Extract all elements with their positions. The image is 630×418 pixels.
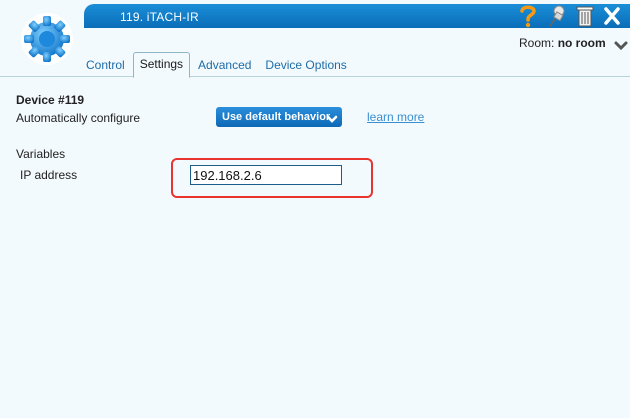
gear-icon	[20, 12, 74, 66]
ip-address-input[interactable]	[190, 165, 342, 185]
tab-device-options[interactable]: Device Options	[259, 55, 352, 77]
window-title: 119. iTACH-IR	[120, 10, 199, 24]
tab-advanced[interactable]: Advanced	[192, 55, 257, 77]
room-label: Room:	[519, 36, 555, 50]
question-mark-icon[interactable]	[516, 3, 540, 29]
auto-configure-label: Automatically configure	[16, 111, 141, 125]
close-icon[interactable]	[600, 3, 624, 29]
room-indicator: Room: no room	[519, 36, 606, 50]
tab-control[interactable]: Control	[80, 55, 131, 77]
chevron-down-icon	[326, 112, 338, 123]
device-title: Device #119	[16, 93, 85, 107]
ip-address-label: IP address	[20, 168, 78, 182]
learn-more-link[interactable]: learn more	[367, 110, 424, 124]
tab-bar: Control Settings Advanced Device Options	[80, 51, 355, 78]
auto-configure-dropdown[interactable]: Use default behavior	[216, 107, 342, 127]
trash-icon[interactable]	[573, 3, 597, 29]
pushpin-icon[interactable]	[545, 3, 569, 29]
chevron-down-icon[interactable]	[614, 38, 628, 56]
tab-settings[interactable]: Settings	[132, 52, 191, 78]
room-value: no room	[557, 36, 606, 50]
variables-label: Variables	[16, 147, 66, 161]
auto-configure-value: Use default behavior	[222, 111, 331, 123]
